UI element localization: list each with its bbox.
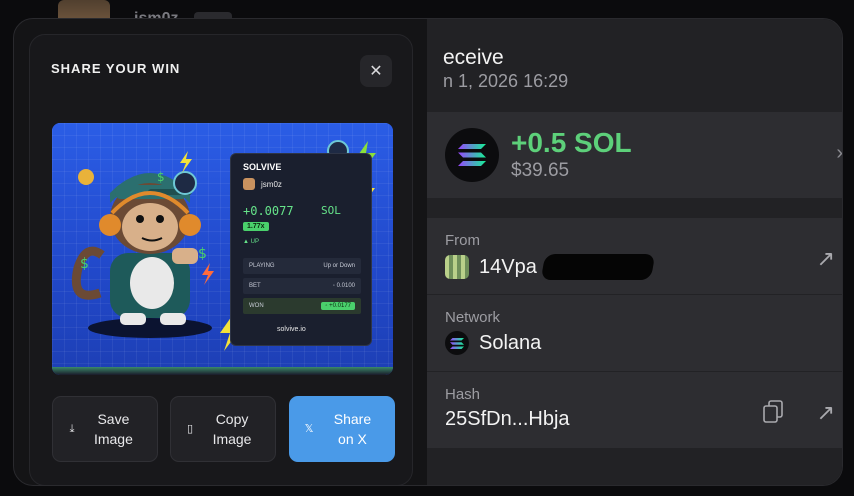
card-amount: +0.0077 bbox=[243, 204, 294, 218]
close-button[interactable]: ✕ bbox=[360, 55, 392, 87]
screen: jsm0z eceive n 1, 2026 16:29 +0.5 SOL $3… bbox=[0, 0, 854, 496]
card-user-avatar bbox=[243, 178, 255, 190]
card-user: jsm0z bbox=[243, 178, 282, 190]
playing-value: Up or Down bbox=[323, 263, 355, 269]
svg-text:$: $ bbox=[157, 170, 165, 184]
from-row: From 14Vpa ↗ bbox=[427, 218, 842, 294]
card-bet-row: BET ◦ 0.0100 bbox=[243, 278, 361, 294]
copy-image-label: Copy Image bbox=[212, 411, 252, 447]
network-name: Solana bbox=[479, 331, 542, 354]
share-on-x-label: Share on X bbox=[333, 411, 372, 447]
card-currency: SOL bbox=[321, 204, 341, 217]
card-playing-row: PLAYING Up or Down bbox=[243, 258, 361, 274]
hash-label: Hash bbox=[445, 386, 481, 403]
share-card-image: $ $ $ SOLVIVE jsm0z +0.0077 SOL 1.77x ▲ … bbox=[52, 123, 393, 375]
card-site: solvive.io bbox=[277, 326, 306, 333]
save-image-button[interactable]: ⤓ Save Image bbox=[52, 396, 158, 462]
won-label: WON bbox=[249, 303, 264, 309]
app-frame: eceive n 1, 2026 16:29 +0.5 SOL $39.65 ›… bbox=[13, 18, 843, 486]
from-address: 14Vpa bbox=[479, 255, 537, 278]
received-amount: +0.5 SOL bbox=[511, 127, 632, 158]
bet-label: BET bbox=[249, 283, 261, 289]
playing-label: PLAYING bbox=[249, 263, 275, 269]
redaction-mark bbox=[540, 254, 656, 280]
solana-icon bbox=[445, 331, 469, 355]
save-image-label: Save Image bbox=[93, 411, 133, 447]
network-row: Network Solana bbox=[427, 295, 842, 371]
won-value: ◦ +0.0177 bbox=[321, 302, 355, 310]
chevron-right-icon[interactable]: › bbox=[836, 142, 842, 165]
x-logo-icon: 𝕏 bbox=[304, 423, 314, 435]
external-link-icon[interactable]: ↗ bbox=[817, 246, 835, 272]
page-title: eceive bbox=[443, 46, 504, 69]
card-won-row: WON ◦ +0.0177 bbox=[243, 298, 361, 314]
download-icon: ⤓ bbox=[69, 423, 75, 435]
hash-value: 25SfDn...Hbja bbox=[445, 408, 570, 431]
card-brand: SOLVIVE bbox=[243, 162, 282, 172]
win-stat-card: SOLVIVE jsm0z +0.0077 SOL 1.77x ▲ UP PLA… bbox=[230, 153, 372, 346]
share-modal: SHARE YOUR WIN ✕ $ $ $ SOLVIVE jsm0z +0.… bbox=[29, 34, 413, 485]
external-link-icon[interactable]: ↗ bbox=[817, 400, 835, 426]
amount-row[interactable]: +0.5 SOL $39.65 › bbox=[427, 112, 842, 198]
card-direction: ▲ UP bbox=[243, 239, 259, 245]
card-username: jsm0z bbox=[261, 179, 282, 189]
receive-panel: eceive n 1, 2026 16:29 +0.5 SOL $39.65 ›… bbox=[427, 19, 842, 485]
bet-value: ◦ 0.0100 bbox=[332, 283, 355, 289]
hash-text: 25SfDn...Hbja bbox=[445, 408, 570, 430]
share-on-x-button[interactable]: 𝕏 Share on X bbox=[289, 396, 395, 462]
card-multiplier: 1.77x bbox=[243, 222, 269, 231]
svg-text:$: $ bbox=[198, 246, 207, 262]
received-usd: $39.65 bbox=[511, 160, 570, 181]
modal-title: SHARE YOUR WIN bbox=[51, 61, 181, 76]
sender-avatar bbox=[445, 255, 469, 279]
network-value: Solana bbox=[445, 331, 541, 355]
hash-row: Hash 25SfDn...Hbja ↗ bbox=[427, 372, 842, 448]
solana-logo-icon bbox=[445, 128, 499, 182]
transaction-date: n 1, 2026 16:29 bbox=[443, 71, 569, 91]
from-value: 14Vpa bbox=[445, 254, 656, 280]
clipboard-icon: ▯ bbox=[186, 423, 194, 435]
copy-image-button[interactable]: ▯ Copy Image bbox=[170, 396, 276, 462]
network-label: Network bbox=[445, 309, 501, 326]
card-footer-strip bbox=[52, 367, 393, 375]
close-icon: ✕ bbox=[369, 63, 383, 80]
copy-icon[interactable] bbox=[763, 400, 783, 424]
monkey-illustration: $ $ $ bbox=[71, 151, 214, 338]
svg-text:$: $ bbox=[80, 256, 89, 272]
from-label: From bbox=[445, 232, 480, 249]
